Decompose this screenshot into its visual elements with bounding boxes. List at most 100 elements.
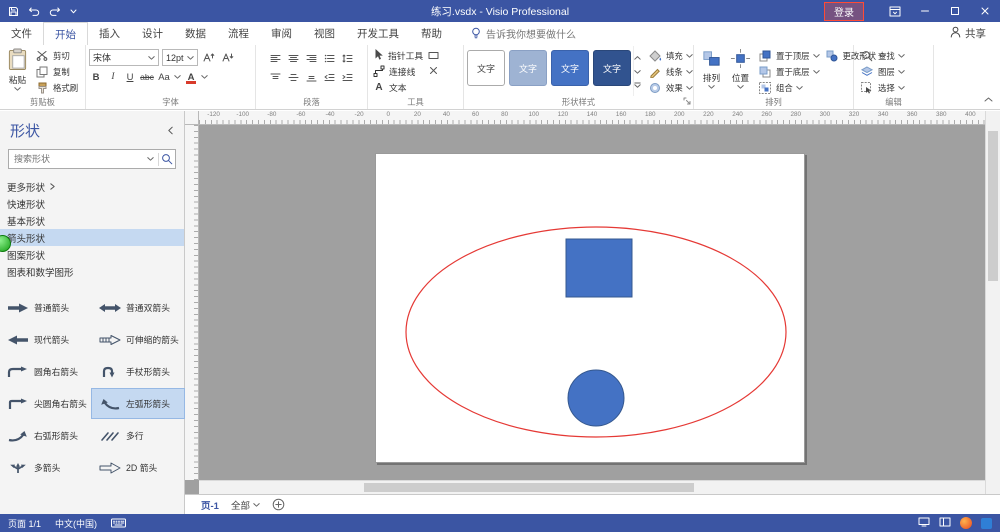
share-button[interactable]: 共享 bbox=[950, 22, 986, 45]
font-size-select[interactable]: 12pt bbox=[162, 49, 198, 66]
align-right-button[interactable] bbox=[304, 51, 320, 65]
underline-button[interactable]: U bbox=[123, 70, 137, 84]
gallery-up-button[interactable] bbox=[634, 52, 641, 63]
drawing-page[interactable] bbox=[375, 153, 805, 463]
ribbon-display-options-icon[interactable] bbox=[880, 0, 910, 22]
effects-button[interactable]: 效果 bbox=[645, 80, 695, 95]
collapse-panel-button[interactable] bbox=[167, 126, 174, 135]
language-indicator[interactable]: 中文(中国) bbox=[55, 517, 97, 530]
tab-data[interactable]: 数据 bbox=[174, 22, 217, 45]
category-charts-math-shapes[interactable]: 图表和数学图形 bbox=[0, 263, 184, 280]
indent-increase-button[interactable] bbox=[340, 70, 356, 84]
select-button[interactable]: 选择 bbox=[857, 80, 907, 95]
window-layout-icon[interactable] bbox=[939, 517, 951, 529]
stencil-item-sharp-rounded-right-arrow[interactable]: 尖圆角右箭头 bbox=[0, 389, 92, 418]
fill-button[interactable]: 填充 bbox=[645, 48, 695, 63]
rectangle-tool-button[interactable] bbox=[425, 48, 441, 62]
category-pattern-shapes[interactable]: 图案形状 bbox=[0, 246, 184, 263]
tab-file[interactable]: 文件 bbox=[0, 22, 43, 45]
shape-style-tile-3[interactable]: 文字 bbox=[551, 50, 589, 86]
tab-review[interactable]: 审阅 bbox=[260, 22, 303, 45]
shape-search-box[interactable] bbox=[8, 149, 176, 169]
align-middle-button[interactable] bbox=[286, 70, 302, 84]
stencil-item-modern-arrow[interactable]: 现代箭头 bbox=[0, 325, 92, 354]
maximize-icon[interactable] bbox=[940, 0, 970, 22]
category-basic-shapes[interactable]: 基本形状 bbox=[0, 212, 184, 229]
stencil-item-left-arc-arrow[interactable]: 左弧形箭头 bbox=[92, 389, 184, 418]
connection-point-tool-button[interactable] bbox=[425, 63, 441, 77]
vertical-scrollbar[interactable] bbox=[985, 111, 1000, 480]
blue-square-shape[interactable] bbox=[566, 239, 632, 297]
tab-design[interactable]: 设计 bbox=[131, 22, 174, 45]
format-painter-button[interactable]: 格式刷 bbox=[32, 80, 80, 95]
stencil-item-multi-line[interactable]: 多行 bbox=[92, 421, 184, 450]
stencil-item-2d-arrow[interactable]: 2D 箭头 bbox=[92, 453, 184, 482]
font-name-select[interactable]: 宋体 bbox=[89, 49, 159, 66]
cut-button[interactable]: 剪切 bbox=[32, 48, 80, 63]
stencil-item-simple-double-arrow[interactable]: 普通双箭头 bbox=[92, 293, 184, 322]
align-button[interactable]: 排列 bbox=[697, 46, 726, 96]
shape-styles-dialog-launcher[interactable] bbox=[683, 97, 691, 108]
align-top-button[interactable] bbox=[268, 70, 284, 84]
line-spacing-button[interactable] bbox=[340, 51, 356, 65]
category-more-shapes[interactable]: 更多形状 bbox=[0, 178, 184, 195]
tab-developer[interactable]: 开发工具 bbox=[346, 22, 410, 45]
tab-home[interactable]: 开始 bbox=[43, 22, 88, 46]
close-icon[interactable] bbox=[970, 0, 1000, 22]
align-center-button[interactable] bbox=[286, 51, 302, 65]
all-pages-button[interactable]: 全部 bbox=[231, 498, 260, 512]
grow-font-button[interactable] bbox=[201, 51, 217, 65]
page-indicator[interactable]: 页面 1/1 bbox=[8, 517, 41, 530]
bring-to-front-button[interactable]: 置于顶层 bbox=[755, 48, 822, 63]
text-tool-button[interactable]: A文本 bbox=[371, 80, 425, 95]
pointer-tool-button[interactable]: 指针工具 bbox=[371, 48, 425, 63]
bold-button[interactable]: B bbox=[89, 70, 103, 84]
stencil-item-flexible-arrow[interactable]: 可伸缩的箭头 bbox=[92, 325, 184, 354]
position-button[interactable]: 位置 bbox=[726, 46, 755, 96]
search-icon[interactable] bbox=[159, 153, 175, 165]
horizontal-scrollbar[interactable] bbox=[199, 480, 985, 494]
vertical-scrollbar-thumb[interactable] bbox=[988, 131, 998, 281]
strikethrough-button[interactable]: abc bbox=[140, 70, 154, 84]
blue-circle-shape[interactable] bbox=[568, 370, 624, 426]
stencil-item-multi-arrow[interactable]: 多箭头 bbox=[0, 453, 92, 482]
redo-icon[interactable] bbox=[49, 6, 61, 17]
shrink-font-button[interactable] bbox=[220, 51, 236, 65]
group-button[interactable]: 组合 bbox=[755, 80, 822, 95]
collapse-ribbon-button[interactable] bbox=[984, 94, 993, 105]
shape-search-input[interactable] bbox=[9, 154, 142, 164]
gallery-more-button[interactable] bbox=[634, 80, 641, 91]
stencil-item-right-arc-arrow[interactable]: 右弧形箭头 bbox=[0, 421, 92, 450]
shape-style-tile-2[interactable]: 文字 bbox=[509, 50, 547, 86]
stencil-item-cane-arrow[interactable]: 手杖形箭头 bbox=[92, 357, 184, 386]
category-arrow-shapes[interactable]: 箭头形状 bbox=[0, 229, 184, 246]
drawing-viewport[interactable] bbox=[199, 125, 985, 480]
save-icon[interactable] bbox=[8, 6, 19, 17]
tab-insert[interactable]: 插入 bbox=[88, 22, 131, 45]
status-badge-blue[interactable] bbox=[981, 518, 992, 529]
font-color-button[interactable]: A bbox=[184, 70, 198, 84]
quick-access-caret-icon[interactable] bbox=[70, 9, 77, 14]
tab-process[interactable]: 流程 bbox=[217, 22, 260, 45]
presentation-mode-icon[interactable] bbox=[918, 517, 930, 529]
insert-page-button[interactable] bbox=[272, 498, 285, 511]
italic-button[interactable]: I bbox=[106, 70, 120, 84]
copy-button[interactable]: 复制 bbox=[32, 64, 80, 79]
status-badge-orange[interactable] bbox=[960, 517, 972, 529]
horizontal-scrollbar-thumb[interactable] bbox=[364, 483, 694, 492]
bullets-button[interactable] bbox=[322, 51, 338, 65]
find-button[interactable]: 查找 bbox=[857, 48, 907, 63]
paste-button[interactable]: 粘贴 bbox=[3, 46, 32, 96]
tab-help[interactable]: 帮助 bbox=[410, 22, 453, 45]
send-to-back-button[interactable]: 置于底层 bbox=[755, 64, 822, 79]
line-button[interactable]: 线条 bbox=[645, 64, 695, 79]
undo-icon[interactable] bbox=[28, 6, 40, 17]
align-left-button[interactable] bbox=[268, 51, 284, 65]
shape-style-tile-4[interactable]: 文字 bbox=[593, 50, 631, 86]
layers-button[interactable]: 图层 bbox=[857, 64, 907, 79]
sign-in-button[interactable]: 登录 bbox=[824, 2, 864, 21]
align-bottom-button[interactable] bbox=[304, 70, 320, 84]
indent-decrease-button[interactable] bbox=[322, 70, 338, 84]
tab-view[interactable]: 视图 bbox=[303, 22, 346, 45]
stencil-item-rounded-right-arrow[interactable]: 圆角右箭头 bbox=[0, 357, 92, 386]
